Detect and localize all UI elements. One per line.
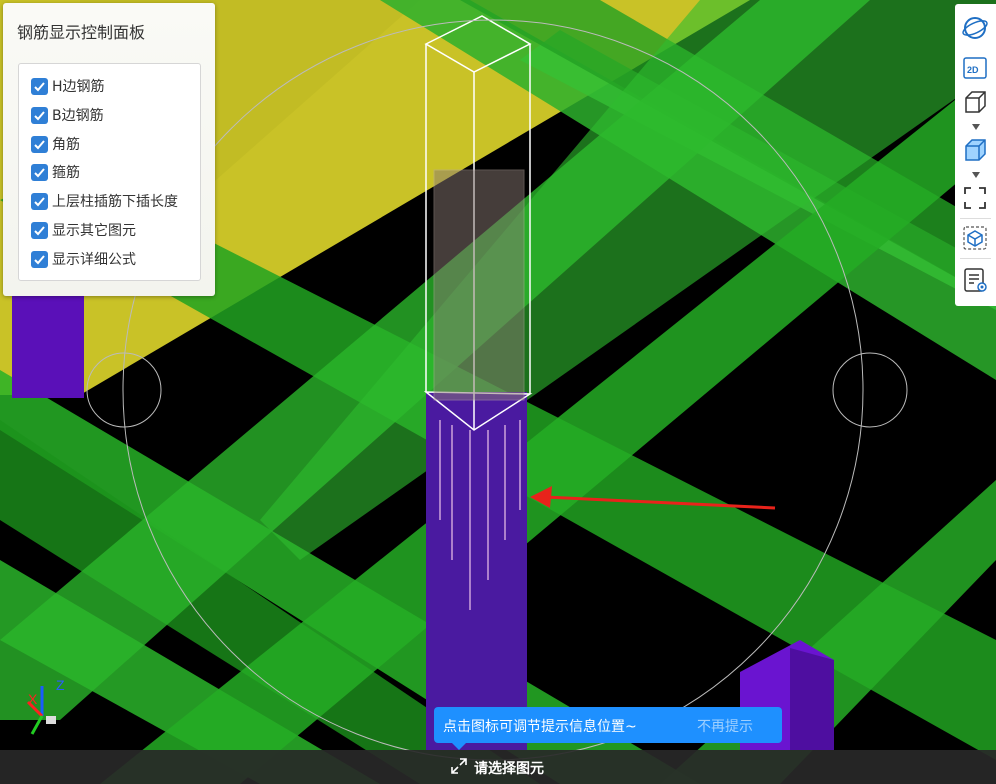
toolbar-divider <box>960 218 991 219</box>
axis-z-label: Z <box>56 677 65 693</box>
checkbox-checked-icon[interactable] <box>31 163 48 181</box>
properties-icon[interactable] <box>961 266 989 294</box>
option-show-other-elements[interactable]: 显示其它图元 <box>31 220 136 240</box>
axis-x-label: X <box>28 691 38 707</box>
view-2d-icon[interactable]: 2D <box>961 54 989 82</box>
option-show-detailed-formula[interactable]: 显示详细公式 <box>31 249 136 269</box>
checkbox-checked-icon[interactable] <box>31 221 48 239</box>
option-label: 显示其它图元 <box>52 223 136 239</box>
dont-show-again-link[interactable]: 不再提示 <box>697 716 753 736</box>
axis-gizmo: X Z <box>26 677 65 735</box>
rebar-display-panel: 钢筋显示控制面板 H边钢筋 B边钢筋 角筋 箍筋 上层柱插筋下插长度 显示其它图… <box>3 3 215 296</box>
option-label: B边钢筋 <box>52 108 104 124</box>
checkbox-checked-icon[interactable] <box>31 77 48 95</box>
tooltip-text: 点击图标可调节提示信息位置~ <box>443 719 637 735</box>
orbit-icon[interactable] <box>961 14 989 42</box>
select-cursor-icon[interactable] <box>449 756 469 776</box>
svg-text:2D: 2D <box>967 65 979 75</box>
view-toolbar: 2D <box>955 4 996 306</box>
option-upper-dowel-length[interactable]: 上层柱插筋下插长度 <box>31 191 178 211</box>
checkbox-checked-icon[interactable] <box>31 135 48 153</box>
chevron-down-icon[interactable] <box>971 171 981 179</box>
option-label: 显示详细公式 <box>52 252 136 268</box>
option-label: 箍筋 <box>52 165 80 181</box>
option-h-rebar[interactable]: H边钢筋 <box>31 76 105 96</box>
column-purple-selected[interactable] <box>426 392 527 750</box>
option-label: 上层柱插筋下插长度 <box>52 194 178 210</box>
checkbox-checked-icon[interactable] <box>31 106 48 124</box>
tooltip-pointer <box>452 743 466 750</box>
option-label: H边钢筋 <box>52 79 105 95</box>
section-box-icon[interactable] <box>961 224 989 252</box>
option-label: 角筋 <box>52 137 80 153</box>
option-stirrup[interactable]: 箍筋 <box>31 162 80 182</box>
toolbar-divider <box>960 258 991 259</box>
column-purple[interactable] <box>12 296 84 398</box>
option-corner-rebar[interactable]: 角筋 <box>31 134 80 154</box>
checkbox-checked-icon[interactable] <box>31 192 48 210</box>
stirrups <box>433 169 525 401</box>
option-b-rebar[interactable]: B边钢筋 <box>31 105 104 125</box>
options-list: H边钢筋 B边钢筋 角筋 箍筋 上层柱插筋下插长度 显示其它图元 显示详细公式 <box>18 63 201 281</box>
chevron-down-icon[interactable] <box>971 123 981 131</box>
solid-cube-icon[interactable] <box>961 136 989 164</box>
status-prompt: 请选择图元 <box>474 761 544 777</box>
fit-view-icon[interactable] <box>961 184 989 212</box>
checkbox-checked-icon[interactable] <box>31 250 48 268</box>
panel-title: 钢筋显示控制面板 <box>17 23 146 42</box>
wireframe-cube-icon[interactable] <box>961 88 989 116</box>
